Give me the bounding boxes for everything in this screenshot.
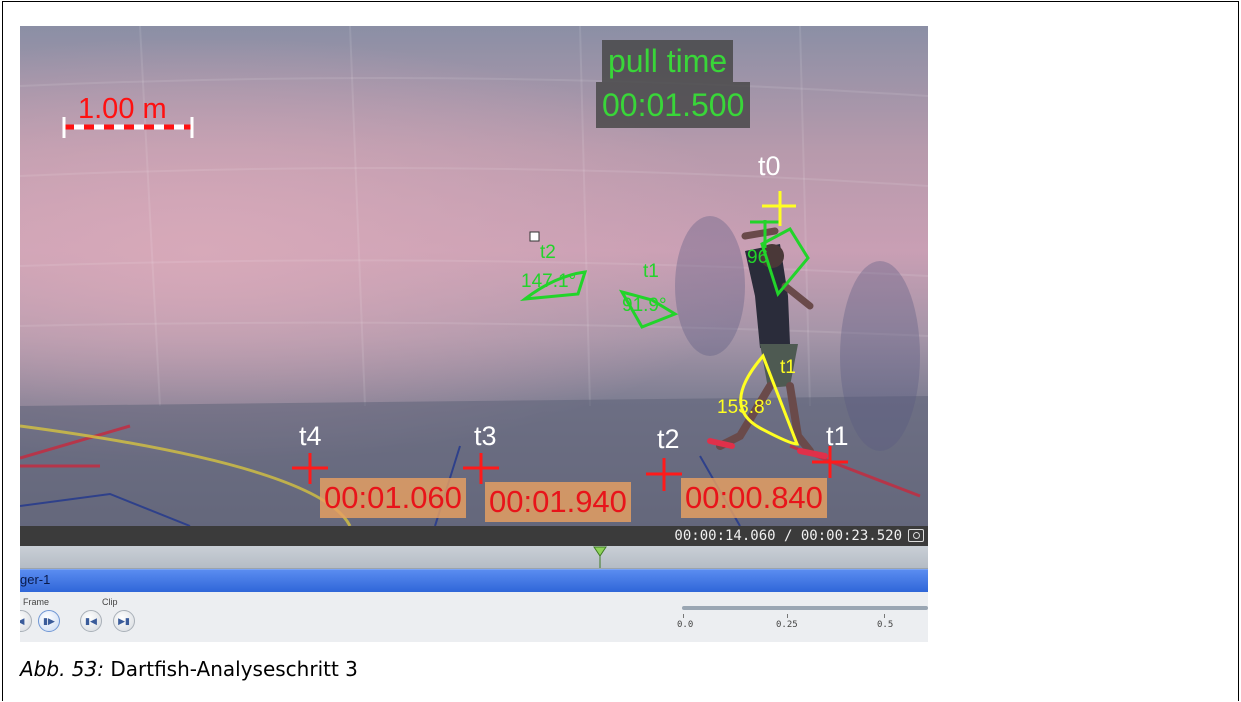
zoom-tick-label: 0.0	[677, 620, 694, 630]
pull-time-value: 00:01.500	[596, 82, 751, 128]
marker-t0-label: t0	[758, 151, 781, 181]
playhead-marker-icon[interactable]	[593, 546, 607, 568]
green-angle-t2-label: t2	[540, 242, 556, 263]
yellow-angle-t1-value: 153.8°	[717, 397, 773, 418]
skip-start-icon: ▮◀	[85, 615, 97, 626]
interval-t3-t2: 00:01.940	[485, 482, 631, 522]
zoom-tick	[683, 614, 684, 618]
green-angle-t1-label: t1	[643, 261, 659, 282]
scale-label: 1.00 m	[78, 93, 167, 125]
green-angle-t2-value: 147.1°	[521, 271, 577, 292]
step-forward-icon: ▮▶	[43, 615, 55, 626]
marker-t1-label: t1	[826, 421, 849, 451]
camera-snapshot-icon[interactable]	[908, 529, 924, 542]
marker-t4-label: t4	[299, 421, 322, 451]
timecode-display: 00:00:14.060 / 00:00:23.520	[674, 528, 902, 544]
playback-controls: Frame Clip ◀ ▮▶ ▮◀ ▶▮ 0.0 0.25 0.5	[20, 592, 928, 642]
zoom-tick-label: 0.25	[776, 620, 798, 630]
clip-end-button[interactable]: ▶▮	[113, 610, 135, 632]
next-frame-button[interactable]: ▮▶	[38, 610, 60, 632]
marker-t2-label: t2	[657, 424, 680, 454]
step-back-icon: ◀	[20, 615, 25, 626]
zoom-tick-label: 0.5	[877, 620, 894, 630]
frame-group-label: Frame	[23, 597, 50, 607]
clip-start-button[interactable]: ▮◀	[80, 610, 102, 632]
previous-frame-button[interactable]: ◀	[20, 610, 32, 632]
interval-t4-t3: 00:01.060	[320, 478, 466, 518]
caption-text: Dartfish-Analyseschritt 3	[103, 657, 358, 681]
interval-t2-t1: 00:00.840	[681, 478, 827, 518]
timeline-scrubber[interactable]	[20, 546, 928, 569]
zoom-slider[interactable]	[682, 606, 928, 610]
clip-group-label: Clip	[102, 597, 118, 607]
marker-t3-label: t3	[474, 421, 497, 451]
video-frame[interactable]: 1.00 m pull time 00:01.500 t0 t1 t2 t3 t…	[20, 26, 928, 526]
caption-prefix: Abb. 53:	[20, 657, 104, 681]
yellow-angle-t1-label: t1	[780, 357, 796, 378]
green-angle-t1-value: 91.9°	[622, 295, 667, 316]
zoom-tick	[884, 614, 885, 618]
clip-track-label: ger-1	[20, 572, 51, 587]
dartfish-player: 1.00 m pull time 00:01.500 t0 t1 t2 t3 t…	[20, 26, 928, 642]
green-angle-t0-value: 96	[747, 247, 769, 268]
clip-track[interactable]: ger-1	[20, 569, 928, 592]
video-status-bar: 00:00:14.060 / 00:00:23.520	[20, 526, 928, 546]
figure-caption: Abb. 53: Dartfish-Analyseschritt 3	[20, 656, 358, 682]
skip-end-icon: ▶▮	[118, 615, 130, 626]
pull-time-title: pull time	[602, 40, 734, 82]
zoom-tick	[787, 614, 788, 618]
selection-handle	[529, 231, 540, 242]
